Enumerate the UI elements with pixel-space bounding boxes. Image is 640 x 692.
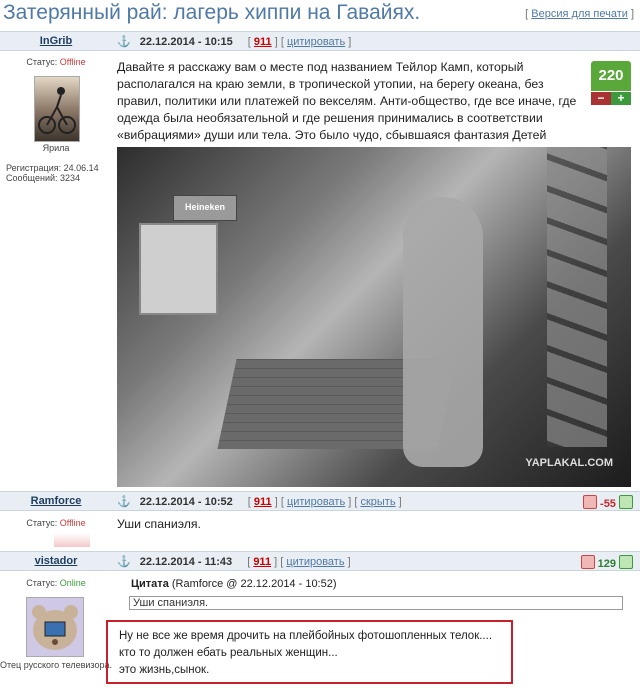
status-line: Статус: Online [26,578,86,588]
print-version-link[interactable]: Версия для печати [531,8,628,20]
status-line: Статус: Offline [26,57,86,67]
author-name[interactable]: vistador [0,555,112,567]
print-version: [ Версия для печати ] [525,8,634,20]
rate-down-button[interactable]: − [591,92,611,105]
post-number[interactable]: 911 [254,496,272,508]
status-value: Offline [59,518,86,528]
post-header: vistador ⚓ 22.12.2014 - 11:43 [ 911 ] [ … [0,551,640,571]
page-title: Затерянный рай: лагерь хиппи на Гавайях. [3,1,421,24]
image-detail [139,223,218,315]
rating-value: 129 [597,558,616,570]
quote-header: Цитата (Ramforce @ 22.12.2014 - 10:52) [131,578,337,590]
author-sidebar: Статус: Offline [0,518,112,528]
registration-date: Регистрация: 24.06.14 [6,163,99,173]
post-info: ⚓ 22.12.2014 - 10:52 [ 911 ] [ цитироват… [117,496,402,508]
hamster-icon [32,605,78,650]
rating-value: -55 [600,498,616,510]
author-meta: Регистрация: 24.06.14 Сообщений: 3234 [6,163,99,183]
avatar [34,76,80,142]
post-header: Ramforce ⚓ 22.12.2014 - 10:52 [ 911 ] [ … [0,491,640,511]
anchor-icon[interactable]: ⚓ [117,556,131,568]
status-value: Online [59,578,86,588]
image-detail [403,197,483,467]
post-number[interactable]: 911 [254,36,272,48]
quote-link[interactable]: цитировать [287,36,345,48]
image-detail: Heineken [173,195,237,221]
post-info: ⚓ 22.12.2014 - 10:15 [ 911 ] [ цитироват… [117,36,352,48]
post-date: 22.12.2014 - 10:15 [139,36,233,48]
image-detail [547,147,607,447]
avatar-caption: Ярила [42,143,70,153]
quote-link[interactable]: цитировать [286,556,344,568]
post-date: 22.12.2014 - 10:52 [139,496,233,508]
post-date: 22.12.2014 - 11:43 [139,556,233,568]
quote-link[interactable]: цитировать [287,496,345,508]
avatar [54,533,90,547]
rate-down-button[interactable] [582,495,597,509]
hide-link[interactable]: скрыть [360,496,395,508]
post-image[interactable]: Heineken YAPLAKAL.COM [117,147,631,487]
message-count: Сообщений: 3234 [6,173,81,183]
author-name[interactable]: Ramforce [0,495,112,507]
cyclist-icon [38,87,76,134]
quote-block: Цитата (Ramforce @ 22.12.2014 - 10:52) У… [117,578,627,610]
post-body: Давайте я расскажу вам о месте под назва… [117,60,577,159]
post-info: ⚓ 22.12.2014 - 11:43 [ 911 ] [ цитироват… [117,556,351,568]
topic-header: Затерянный рай: лагерь хиппи на Гавайях.… [0,0,640,30]
rating-widget: -55 [582,495,633,510]
reply-line: это жизнь,сынок. [119,664,210,676]
avatar-caption: Отец русского телевизора. [0,660,112,670]
rate-up-button[interactable] [619,555,633,569]
post-header: InGrib ⚓ 22.12.2014 - 10:15 [ 911 ] [ ци… [0,31,640,51]
author-sidebar: Статус: Online [0,578,112,588]
author-sidebar: Статус: Offline [0,57,112,67]
rating-widget: 220 − + [591,61,631,105]
quote-text: Уши спаниэля. [129,596,623,610]
status-value: Offline [59,57,86,67]
rate-up-button[interactable]: + [611,92,631,105]
rating-value: 220 [591,61,631,91]
anchor-icon[interactable]: ⚓ [117,36,131,48]
status-line: Статус: Offline [26,518,86,528]
post-body: Уши спаниэля. [117,517,201,531]
rate-down-button[interactable] [580,555,595,569]
anchor-icon[interactable]: ⚓ [117,496,131,508]
avatar [26,597,84,657]
author-name[interactable]: InGrib [0,35,112,47]
reply-line: кто то должен ебать реальных женщин... [119,647,338,659]
reply-line: Ну не все же время дрочить на плейбойных… [119,630,493,642]
post-number[interactable]: 911 [253,556,271,568]
image-watermark: YAPLAKAL.COM [525,457,613,469]
reply-highlight: Ну не все же время дрочить на плейбойных… [106,620,513,684]
rate-up-button[interactable] [619,495,633,509]
rating-widget: 129 [580,555,633,570]
